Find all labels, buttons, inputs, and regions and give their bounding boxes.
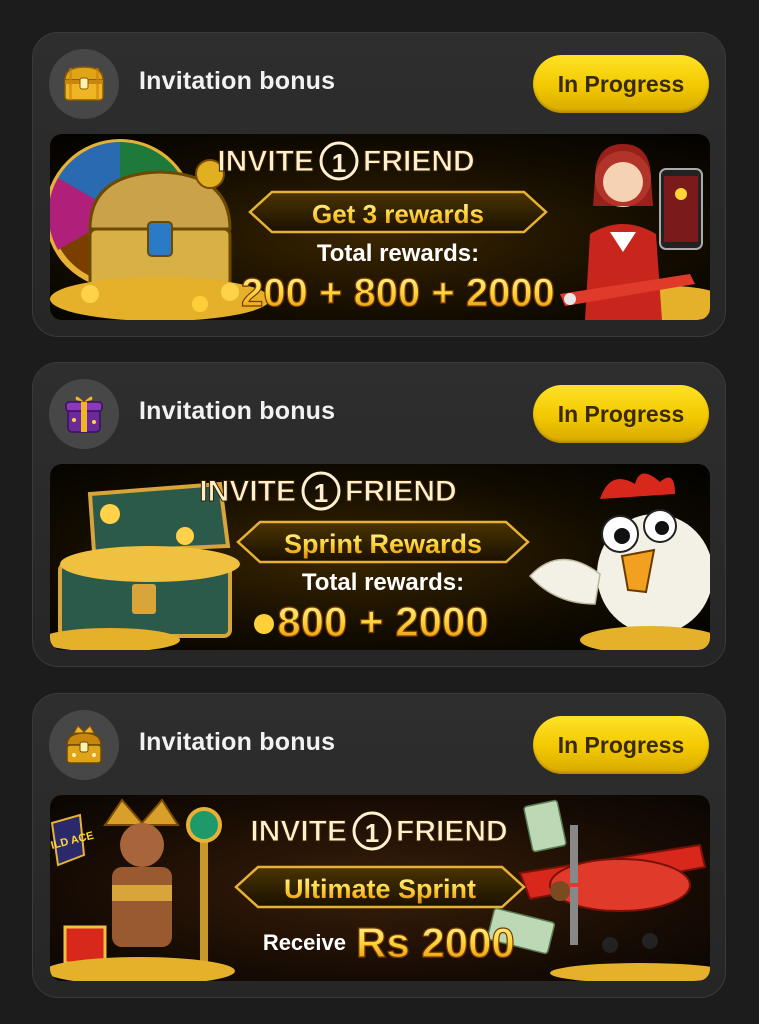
headline: INVITE 1 FRIEND — [217, 141, 475, 181]
total-rewards-label: Total rewards: — [302, 569, 464, 596]
phone-image — [659, 168, 703, 250]
in-progress-button[interactable]: In Progress — [533, 716, 709, 774]
purple-gift-box-icon — [49, 379, 119, 449]
svg-text:FRIEND: FRIEND — [396, 815, 508, 848]
promo-banner[interactable]: INVITE 1 FRIEND Get 3 rewards Total rewa… — [50, 134, 710, 320]
in-progress-button[interactable]: In Progress — [533, 385, 709, 443]
promo-banner[interactable]: WILD ACE INVITE 1 FRIEND Ultimate Sprint… — [50, 795, 710, 981]
invitation-card-2[interactable]: Invitation bonus In Progress INVITE 1 FR… — [32, 362, 726, 667]
crown-chest-icon — [49, 710, 119, 780]
in-progress-button[interactable]: In Progress — [533, 55, 709, 113]
svg-text:INVITE: INVITE — [217, 145, 314, 178]
svg-text:1: 1 — [332, 148, 346, 178]
headline: INVITE 1 FRIEND — [199, 471, 457, 511]
invitation-card-1[interactable]: Invitation bonus In Progress INVITE 1 FR… — [32, 32, 726, 337]
treasure-chest-icon — [49, 49, 119, 119]
card-title: Invitation bonus — [139, 67, 336, 95]
total-rewards-label: Total rewards: — [317, 240, 479, 267]
svg-text:INVITE: INVITE — [250, 815, 347, 848]
svg-text:Sprint Rewards: Sprint Rewards — [284, 529, 482, 559]
card-title: Invitation bonus — [139, 397, 336, 425]
rewards-amount: 200 + 800 + 2000 — [241, 271, 555, 315]
svg-text:1: 1 — [365, 818, 379, 848]
rewards-amount: 800 + 2000 — [277, 598, 488, 645]
promo-banner[interactable]: INVITE 1 FRIEND Sprint Rewards Total rew… — [50, 464, 710, 650]
svg-text:1: 1 — [314, 478, 328, 508]
rewards-ribbon: Ultimate Sprint — [234, 865, 526, 909]
rewards-ribbon: Sprint Rewards — [236, 520, 530, 564]
svg-text:Get 3 rewards: Get 3 rewards — [312, 199, 484, 229]
svg-text:FRIEND: FRIEND — [363, 145, 475, 178]
headline: INVITE 1 FRIEND — [250, 811, 508, 851]
receive-label: Receive — [263, 930, 346, 955]
reward-amount: Rs 2000 — [356, 919, 515, 966]
svg-text:FRIEND: FRIEND — [345, 475, 457, 508]
rewards-ribbon: Get 3 rewards — [248, 190, 548, 234]
card-title: Invitation bonus — [139, 728, 336, 756]
svg-text:INVITE: INVITE — [199, 475, 296, 508]
svg-text:Ultimate Sprint: Ultimate Sprint — [284, 874, 476, 904]
invitation-card-3[interactable]: Invitation bonus In Progress WILD ACE IN… — [32, 693, 726, 998]
